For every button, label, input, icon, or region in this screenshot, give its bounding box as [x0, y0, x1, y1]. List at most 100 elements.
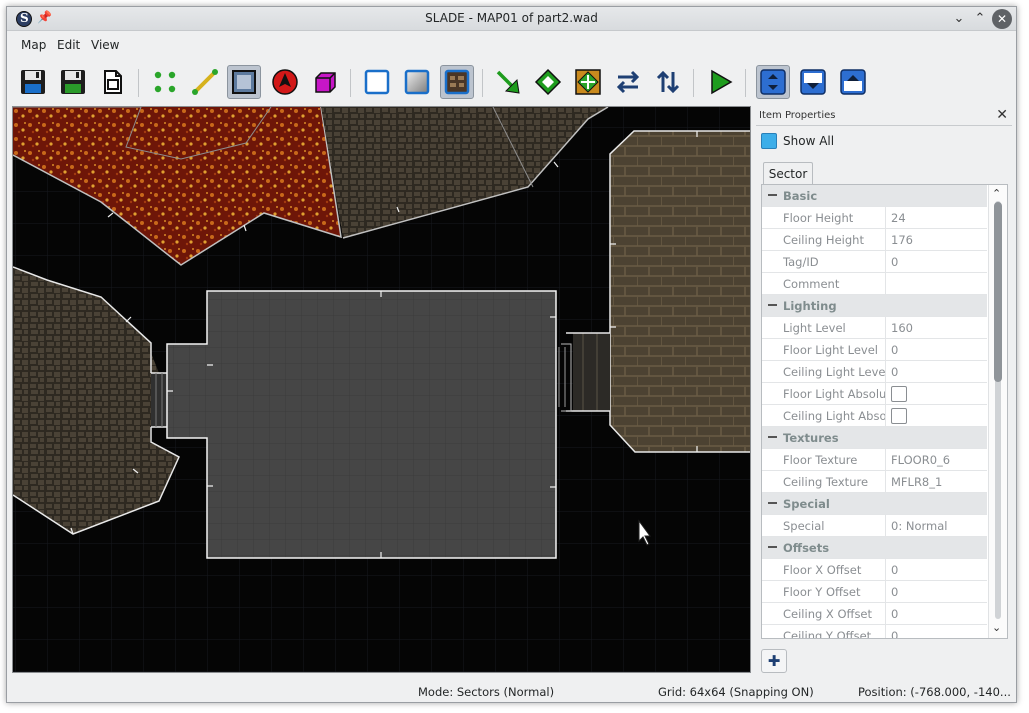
- collapse-icon[interactable]: [768, 304, 777, 306]
- maximize-icon[interactable]: ⌃: [971, 10, 989, 28]
- scroll-down-icon[interactable]: ⌄: [992, 621, 1001, 634]
- property-value[interactable]: 0: [891, 255, 898, 269]
- property-value[interactable]: 176: [891, 233, 913, 247]
- collapse-icon[interactable]: [768, 194, 777, 196]
- collapse-icon[interactable]: [768, 502, 777, 504]
- things-mode-icon[interactable]: [268, 65, 302, 99]
- lines-mode-icon[interactable]: [188, 65, 222, 99]
- property-row[interactable]: Floor Height 24: [762, 207, 987, 229]
- menu-bar: Map Edit View: [7, 32, 1016, 56]
- property-checkbox[interactable]: [891, 386, 907, 402]
- scroll-up-icon[interactable]: ⌃: [992, 187, 1001, 200]
- property-row[interactable]: Tag/ID 0: [762, 251, 987, 273]
- property-group-offsets[interactable]: Offsets: [762, 537, 987, 559]
- 3d-mode-icon[interactable]: [308, 65, 342, 99]
- property-value[interactable]: 0: [891, 585, 898, 599]
- vertical-scrollbar[interactable]: ⌃ ⌄: [988, 185, 1007, 638]
- collapse-icon[interactable]: [768, 436, 777, 438]
- title-bar[interactable]: 📌 SLADE - MAP01 of part2.wad ⌄ ⌃ ✕: [7, 7, 1016, 31]
- property-value[interactable]: 24: [891, 211, 906, 225]
- property-value[interactable]: 160: [891, 321, 913, 335]
- property-row[interactable]: Ceiling Light Level 0: [762, 361, 987, 383]
- column-divider: [885, 625, 886, 638]
- property-row[interactable]: Special 0: Normal: [762, 515, 987, 537]
- property-name: Floor X Offset: [783, 563, 862, 577]
- collapse-icon[interactable]: [768, 546, 777, 548]
- property-row[interactable]: Ceiling Height 176: [762, 229, 987, 251]
- property-name: Floor Light Absolute: [783, 387, 885, 401]
- property-name: Ceiling Texture: [783, 475, 869, 489]
- crosshair-texture-icon[interactable]: [571, 65, 605, 99]
- menu-map[interactable]: Map: [21, 38, 46, 52]
- down-arrow-icon[interactable]: [796, 65, 830, 99]
- tab-sector[interactable]: Sector: [763, 162, 813, 184]
- property-name: Comment: [783, 277, 840, 291]
- column-divider: [885, 361, 886, 383]
- diamond-icon[interactable]: [531, 65, 565, 99]
- sector-brick[interactable]: [609, 130, 751, 453]
- flat-normal-icon[interactable]: [360, 65, 394, 99]
- property-name: Ceiling Light Level: [783, 365, 885, 379]
- property-group-textures[interactable]: Textures: [762, 427, 987, 449]
- property-name: Ceiling Height: [783, 233, 864, 247]
- column-divider: [885, 449, 886, 471]
- property-checkbox[interactable]: [891, 408, 907, 424]
- close-icon[interactable]: ✕: [992, 9, 1012, 29]
- property-row[interactable]: Comment: [762, 273, 987, 295]
- property-value[interactable]: 0: [891, 607, 898, 621]
- show-all-checkbox[interactable]: [761, 133, 777, 149]
- props-toggle-icon[interactable]: [756, 65, 790, 99]
- property-row[interactable]: Ceiling Y Offset 0: [762, 625, 987, 639]
- group-label: Special: [783, 497, 830, 511]
- property-value[interactable]: 0: [891, 343, 898, 357]
- property-grid[interactable]: Basic Floor Height 24 Ceiling Height 176 Tag/…: [761, 184, 1008, 639]
- property-row[interactable]: Floor Light Absolute: [762, 383, 987, 405]
- property-row[interactable]: Ceiling Texture MFLR8_1: [762, 471, 987, 493]
- sectors-mode-icon[interactable]: [227, 65, 261, 99]
- save-as-icon[interactable]: [96, 65, 130, 99]
- property-row[interactable]: Floor Texture FLOOR0_6: [762, 449, 987, 471]
- flat-textured-icon[interactable]: [440, 65, 474, 99]
- column-divider: [885, 229, 886, 251]
- column-divider: [885, 515, 886, 537]
- property-value[interactable]: 0: [891, 629, 898, 638]
- property-name: Ceiling Y Offset: [783, 629, 872, 639]
- arrow-icon[interactable]: [491, 65, 525, 99]
- save-all-icon[interactable]: [56, 65, 90, 99]
- property-value[interactable]: 0: Normal: [891, 519, 947, 533]
- flat-untextured-icon[interactable]: [400, 65, 434, 99]
- add-property-button[interactable]: ✚: [761, 649, 787, 673]
- item-properties-panel: Item Properties ✕ Show All Sector Basic F…: [756, 107, 1012, 673]
- property-group-lighting[interactable]: Lighting: [762, 295, 987, 317]
- play-icon[interactable]: [703, 65, 737, 99]
- vertices-mode-icon[interactable]: [148, 65, 182, 99]
- save-icon[interactable]: [16, 65, 50, 99]
- property-name: Floor Height: [783, 211, 854, 225]
- menu-view[interactable]: View: [91, 38, 119, 52]
- scroll-thumb[interactable]: [994, 202, 1002, 382]
- property-row[interactable]: Light Level 160: [762, 317, 987, 339]
- property-group-special[interactable]: Special: [762, 493, 987, 515]
- swap-horizontal-icon[interactable]: [611, 65, 645, 99]
- property-row[interactable]: Ceiling X Offset 0: [762, 603, 987, 625]
- property-row[interactable]: Floor Y Offset 0: [762, 581, 987, 603]
- sector-selected[interactable]: [166, 290, 572, 559]
- app-window: 📌 SLADE - MAP01 of part2.wad ⌄ ⌃ ✕ Map E…: [6, 6, 1017, 703]
- property-value[interactable]: MFLR8_1: [891, 475, 942, 489]
- toolbar-separator: [350, 69, 351, 97]
- property-value[interactable]: 0: [891, 563, 898, 577]
- property-group-basic[interactable]: Basic: [762, 185, 987, 207]
- minimize-icon[interactable]: ⌄: [950, 10, 968, 28]
- property-row[interactable]: Ceiling Light Absolute: [762, 405, 987, 427]
- property-row[interactable]: Floor Light Level 0: [762, 339, 987, 361]
- property-row[interactable]: Floor X Offset 0: [762, 559, 987, 581]
- property-value[interactable]: FLOOR0_6: [891, 453, 950, 467]
- property-value[interactable]: 0: [891, 365, 898, 379]
- menu-edit[interactable]: Edit: [57, 38, 80, 52]
- map-canvas[interactable]: [12, 106, 751, 673]
- up-arrow-icon[interactable]: [836, 65, 870, 99]
- panel-close-icon[interactable]: ✕: [996, 107, 1008, 123]
- property-name: Floor Texture: [783, 453, 858, 467]
- status-position: Position: (-768.000, -140...: [858, 685, 1011, 699]
- swap-vertical-icon[interactable]: [651, 65, 685, 99]
